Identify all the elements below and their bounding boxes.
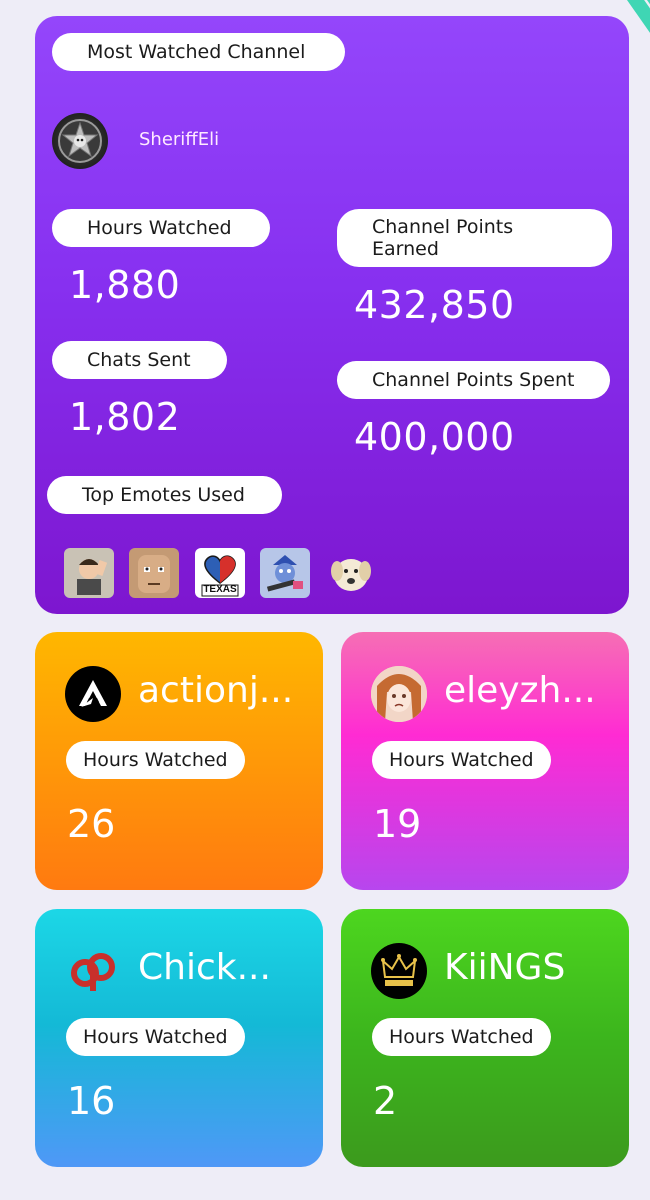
channel-card-kiings[interactable]: KiiNGS Hours Watched 2 (341, 909, 629, 1167)
channel-avatar (371, 943, 427, 999)
police-dog-icon (266, 555, 303, 592)
texas-heart-emote: TEXAS (195, 548, 245, 598)
sheriff-badge-icon (58, 119, 102, 163)
points-earned-label: Channel Points Earned (372, 216, 514, 260)
crown-icon (381, 954, 417, 986)
chats-sent-value: 1,802 (69, 395, 181, 439)
channel-name: actionj... (138, 670, 294, 711)
top-emotes-pill: Top Emotes Used (47, 476, 282, 514)
channel-name: Chick... (138, 947, 271, 988)
channel-card-chick[interactable]: Chick... Hours Watched 16 (35, 909, 323, 1167)
points-earned-pill: Channel Points Earned (337, 209, 612, 267)
channel-avatar (65, 666, 121, 722)
channel-avatar (65, 943, 121, 999)
dog-face-icon (331, 559, 371, 591)
salute-avatar-emote (64, 548, 114, 598)
channel-name: KiiNGS (444, 947, 566, 988)
points-earned-value: 432,850 (354, 283, 515, 327)
salute-avatar-icon (77, 559, 108, 595)
hours-watched-label: Hours Watched (87, 217, 232, 239)
channel-card-actionj[interactable]: actionj... Hours Watched 26 (35, 632, 323, 890)
cp-logo-icon (71, 953, 115, 991)
hours-watched-value: 16 (67, 1079, 116, 1123)
points-spent-label: Channel Points Spent (372, 369, 575, 391)
hours-watched-value: 2 (373, 1079, 398, 1123)
action-logo-icon (79, 680, 107, 707)
points-spent-value: 400,000 (354, 415, 515, 459)
hours-watched-pill: Hours Watched (52, 209, 270, 247)
stern-face-emote (129, 548, 179, 598)
texas-emote-text: TEXAS (203, 584, 237, 595)
section-label-pill: Most Watched Channel (52, 33, 345, 71)
hours-watched-label: Hours Watched (389, 1026, 534, 1048)
channel-name[interactable]: SheriffEli (139, 129, 219, 150)
chats-sent-pill: Chats Sent (52, 341, 227, 379)
hours-watched-label: Hours Watched (389, 749, 534, 771)
hours-watched-pill: Hours Watched (66, 1018, 245, 1056)
top-emotes-label: Top Emotes Used (82, 484, 245, 506)
section-label: Most Watched Channel (87, 41, 306, 63)
hours-watched-value: 1,880 (69, 263, 181, 307)
hours-watched-pill: Hours Watched (372, 1018, 551, 1056)
dog-face-emote (326, 548, 376, 598)
points-spent-pill: Channel Points Spent (337, 361, 610, 399)
channel-avatar (371, 666, 427, 722)
stern-face-icon (138, 555, 170, 593)
police-dog-emote (260, 548, 310, 598)
hours-watched-label: Hours Watched (83, 1026, 228, 1048)
hours-watched-pill: Hours Watched (66, 741, 245, 779)
channel-card-eleyzh[interactable]: eleyzh... Hours Watched 19 (341, 632, 629, 890)
hours-watched-value: 19 (373, 802, 422, 846)
most-watched-channel-card: Most Watched Channel SheriffEli Hours Wa… (35, 16, 629, 614)
channel-avatar[interactable] (52, 113, 108, 169)
hours-watched-label: Hours Watched (83, 749, 228, 771)
channel-name: eleyzh... (444, 670, 596, 711)
hours-watched-value: 26 (67, 802, 116, 846)
chats-sent-label: Chats Sent (87, 349, 191, 371)
hours-watched-pill: Hours Watched (372, 741, 551, 779)
anime-girl-icon (371, 666, 427, 722)
